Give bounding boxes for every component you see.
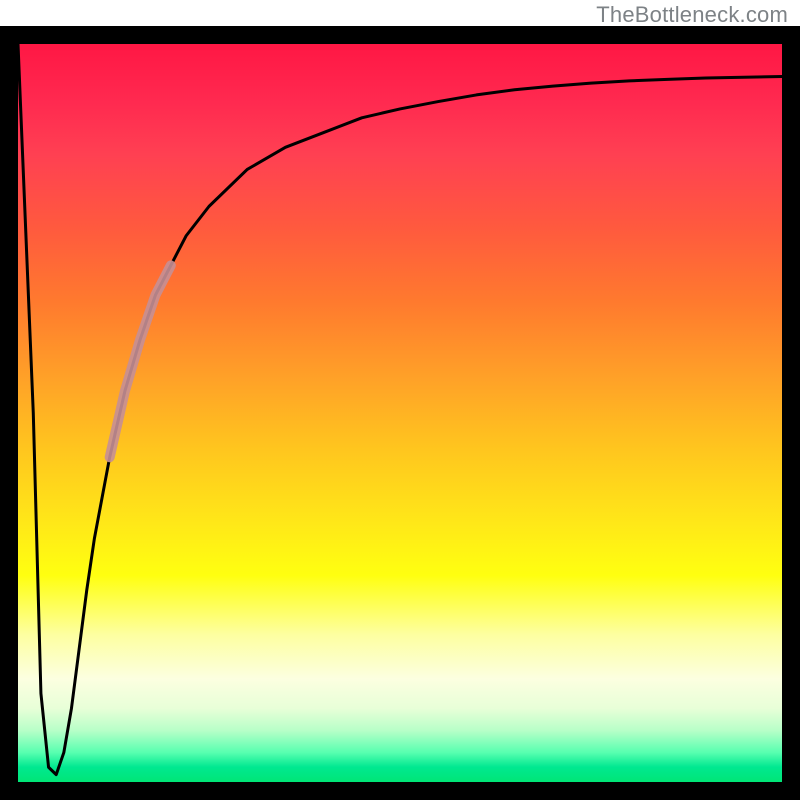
bottleneck-curve	[18, 44, 782, 775]
chart-frame-wrapper	[0, 26, 800, 800]
watermark-text: TheBottleneck.com	[596, 2, 788, 28]
chart-plot-area	[0, 26, 800, 800]
chart-svg	[18, 44, 782, 782]
curve-path	[18, 44, 782, 775]
curve-highlight	[110, 265, 171, 457]
